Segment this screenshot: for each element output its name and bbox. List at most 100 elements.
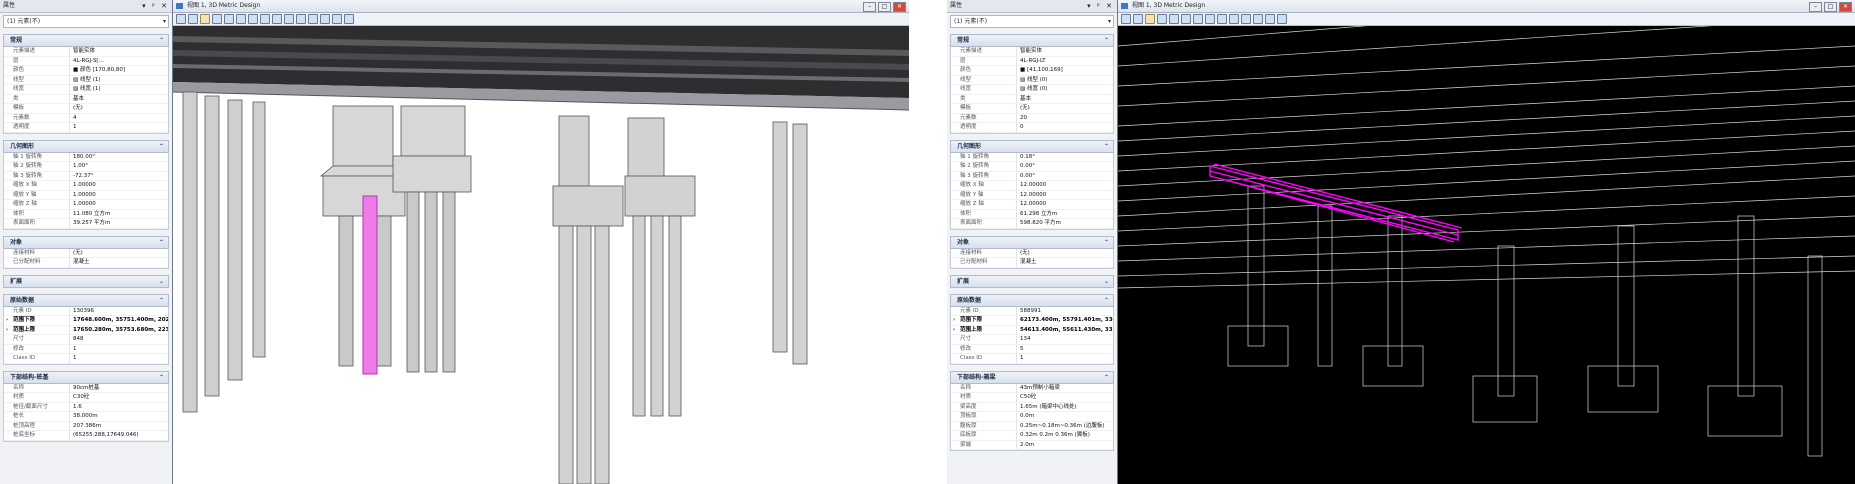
property-value[interactable]: (无) bbox=[69, 104, 168, 113]
property-row[interactable]: 顶板厚 0.0m bbox=[951, 412, 1113, 422]
chevron-down-icon[interactable]: ▾ bbox=[1108, 16, 1111, 27]
property-row[interactable]: 缩放 X 轴 1.00000 bbox=[4, 181, 168, 191]
property-row[interactable]: 线型 ▨ 线型 (1) bbox=[4, 75, 168, 85]
chevron-up-icon[interactable]: ⌃ bbox=[159, 237, 164, 248]
chevron-up-icon[interactable]: ⌃ bbox=[159, 295, 164, 306]
expand-arrow-icon[interactable]: › bbox=[953, 316, 955, 325]
property-row[interactable]: 连接材料 (无) bbox=[951, 248, 1113, 258]
property-section-1-header[interactable]: 几何图形 ⌃ bbox=[950, 139, 1114, 153]
element-selector[interactable]: (1) 元素(不) ▾ bbox=[950, 15, 1114, 28]
property-value[interactable]: 598.820 平方m bbox=[1016, 219, 1113, 228]
expand-arrow-icon[interactable]: › bbox=[6, 326, 8, 335]
view-previous-icon[interactable] bbox=[296, 14, 306, 24]
property-row[interactable]: 底板厚 0.32m 0.2m 0.36m (翼板) bbox=[951, 431, 1113, 441]
property-section-2-header[interactable]: 对象 ⌃ bbox=[950, 235, 1114, 249]
close-button[interactable]: ✕ bbox=[1839, 2, 1852, 12]
property-row[interactable]: 材质 C50砼 bbox=[951, 393, 1113, 403]
property-row[interactable]: 体积 61.298 立方m bbox=[951, 209, 1113, 219]
property-section-3-header[interactable]: 扩展 ⌄ bbox=[3, 274, 169, 288]
property-value[interactable]: 588991 bbox=[1016, 306, 1113, 315]
property-row[interactable]: 模板 (无) bbox=[951, 104, 1113, 114]
update-view-icon[interactable] bbox=[1157, 14, 1167, 24]
property-row[interactable]: 模板 (无) bbox=[4, 104, 168, 114]
property-value[interactable]: C30砼 bbox=[69, 393, 168, 402]
view-next-icon[interactable] bbox=[1253, 14, 1263, 24]
property-value[interactable]: 智能实体 bbox=[1016, 47, 1113, 56]
property-section-4-header[interactable]: 原始数据 ⌃ bbox=[950, 293, 1114, 307]
property-row[interactable]: 轴 1 旋转角 0.18° bbox=[951, 152, 1113, 162]
minimize-button[interactable]: – bbox=[863, 2, 876, 12]
property-row[interactable]: 透明度 0 bbox=[951, 123, 1113, 133]
fit-view-icon[interactable] bbox=[260, 14, 270, 24]
property-row[interactable]: 梁端 2.0m bbox=[951, 440, 1113, 450]
property-value[interactable]: 0.0m bbox=[1016, 412, 1113, 421]
property-value[interactable]: 混凝土 bbox=[1016, 258, 1113, 267]
property-value[interactable]: 基本 bbox=[1016, 94, 1113, 103]
3d-viewport[interactable]: 视图 1, 3D Metric Design – □ ✕ bbox=[172, 0, 909, 484]
property-value[interactable]: 1.00000 bbox=[69, 200, 168, 209]
property-row[interactable]: 桩底坐标 (65255.288,17649.046) bbox=[4, 431, 168, 441]
clip-volume-icon[interactable] bbox=[1265, 14, 1275, 24]
property-value[interactable]: 61.298 立方m bbox=[1016, 209, 1113, 218]
property-section-5-header[interactable]: 下部结构-箱梁 ⌃ bbox=[950, 370, 1114, 384]
property-row[interactable]: 已分配材料 混凝土 bbox=[4, 258, 168, 268]
property-value[interactable]: (无) bbox=[69, 248, 168, 257]
property-section-0-header[interactable]: 常规 ⌃ bbox=[3, 34, 169, 47]
property-value[interactable]: 207.386m bbox=[69, 421, 168, 430]
property-value[interactable]: 1.00000 bbox=[69, 181, 168, 190]
property-section-1-header[interactable]: 几何图形 ⌃ bbox=[3, 139, 169, 153]
chevron-up-icon[interactable]: ⌃ bbox=[159, 372, 164, 383]
property-row[interactable]: 修改 5 bbox=[951, 344, 1113, 354]
property-value[interactable]: 62173.400m, 55791.401m, 330. bbox=[1016, 316, 1113, 325]
property-row[interactable]: 梁高度 1.65m (箱梁中心线处) bbox=[951, 402, 1113, 412]
property-row[interactable]: 体积 11.080 立方m bbox=[4, 209, 168, 219]
zoom-out-icon[interactable] bbox=[236, 14, 246, 24]
property-value[interactable]: 0.00° bbox=[1016, 162, 1113, 171]
window-area-icon[interactable] bbox=[1193, 14, 1203, 24]
walk-icon[interactable] bbox=[344, 14, 354, 24]
property-row[interactable]: 线型 ▨ 线型 (0) bbox=[951, 75, 1113, 85]
pan-view-icon[interactable] bbox=[1229, 14, 1239, 24]
chevron-down-icon[interactable]: ⌄ bbox=[159, 276, 164, 287]
property-section-2-header[interactable]: 对象 ⌃ bbox=[3, 235, 169, 249]
property-value[interactable]: 基本 bbox=[69, 94, 168, 103]
property-section-4-header[interactable]: 原始数据 ⌃ bbox=[3, 293, 169, 307]
property-row[interactable]: Class ID 1 bbox=[4, 354, 168, 364]
3d-viewport[interactable]: 视图 1, 3D Metric Design – □ ✕ bbox=[1117, 0, 1855, 484]
property-value[interactable]: 2.0m bbox=[1016, 440, 1113, 449]
property-row[interactable]: 尺寸 848 bbox=[4, 335, 168, 345]
property-row[interactable]: 层 4L-RGJ-LT bbox=[951, 56, 1113, 66]
expand-arrow-icon[interactable]: › bbox=[953, 326, 955, 335]
property-value[interactable]: ▨ 线宽 (0) bbox=[1016, 85, 1113, 94]
property-value[interactable]: 39.257 平方m bbox=[69, 219, 168, 228]
camera-icon[interactable] bbox=[332, 14, 342, 24]
chevron-up-icon[interactable]: ⌃ bbox=[159, 141, 164, 152]
element-selector[interactable]: (1) 元素(不) ▾ bbox=[3, 15, 169, 28]
property-row[interactable]: › 范围上限 54613.400m, 55611.430m, 332. bbox=[951, 325, 1113, 335]
property-row[interactable]: 桩顶高程 207.386m bbox=[4, 421, 168, 431]
window-area-icon[interactable] bbox=[248, 14, 258, 24]
property-row[interactable]: 表面面积 598.820 平方m bbox=[951, 219, 1113, 229]
property-value[interactable]: 43m预制小箱梁 bbox=[1016, 383, 1113, 392]
chevron-up-icon[interactable]: ⌃ bbox=[1104, 35, 1109, 46]
property-row[interactable]: 材质 C30砼 bbox=[4, 393, 168, 403]
property-section-0-header[interactable]: 常规 ⌃ bbox=[950, 34, 1114, 47]
property-value[interactable]: 混凝土 bbox=[69, 258, 168, 267]
lock-icon[interactable] bbox=[1145, 14, 1155, 24]
chevron-up-icon[interactable]: ⌃ bbox=[1104, 141, 1109, 152]
property-row[interactable]: 缩放 Z 轴 1.00000 bbox=[4, 200, 168, 210]
property-row[interactable]: › 范围上限 17650.280m, 35753.680m, 223.1 bbox=[4, 325, 168, 335]
property-value[interactable]: 12.00000 bbox=[1016, 181, 1113, 190]
property-value[interactable]: 4 bbox=[69, 113, 168, 122]
property-value[interactable]: -72.37° bbox=[69, 171, 168, 180]
property-value[interactable]: 12.00000 bbox=[1016, 190, 1113, 199]
property-value[interactable]: 134 bbox=[1016, 335, 1113, 344]
clip-volume-icon[interactable] bbox=[320, 14, 330, 24]
property-value[interactable]: ■ 颜色 [170,80,80] bbox=[69, 66, 168, 75]
fit-view-icon[interactable] bbox=[1205, 14, 1215, 24]
property-value[interactable]: 1.00° bbox=[69, 162, 168, 171]
chevron-up-icon[interactable]: ⌃ bbox=[1104, 237, 1109, 248]
property-row[interactable]: 名称 90cm桩基 bbox=[4, 383, 168, 393]
property-row[interactable]: 已分配材料 混凝土 bbox=[951, 258, 1113, 268]
property-value[interactable]: 90cm桩基 bbox=[69, 383, 168, 392]
